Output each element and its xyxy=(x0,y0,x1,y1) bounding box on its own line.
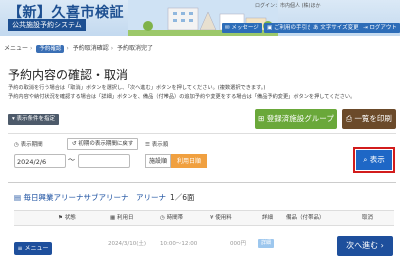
toggle-conditions-button[interactable]: ▾ 表示条件を指定 xyxy=(8,114,60,125)
col-time: ◷ 時間帯 xyxy=(160,215,184,221)
arrow-right-icon: › xyxy=(380,241,384,250)
guide-button[interactable]: ▣ ご利用の手引き xyxy=(264,23,316,33)
search-button[interactable]: ⌕ 表示 xyxy=(356,150,392,170)
system-name: 公共施設予約システム xyxy=(8,19,86,31)
col-date: ▦ 利用日 xyxy=(110,215,134,221)
font-size-button[interactable]: あ 文字サイズ変更 xyxy=(310,23,362,33)
logout-button[interactable]: ⇥ ログアウト xyxy=(360,23,400,33)
col-equipment: 備品（付帯品） xyxy=(286,215,325,221)
instruction-line-2: 予約内容や納付状況を確認する場合は「詳細」ボタンを、備品（付帯品）の追加予約や変… xyxy=(8,94,356,100)
range-separator: 〜 xyxy=(68,156,75,164)
order-by-facility[interactable]: 施設順 xyxy=(145,154,171,168)
period-label: ◷ 表示期間 xyxy=(14,142,43,148)
breadcrumb-cancel-done: 予約取消完了 xyxy=(117,45,154,52)
row-time: 10:00〜12:00 xyxy=(160,241,198,247)
row-detail-button[interactable]: 詳細 xyxy=(258,239,275,248)
col-fee: ¥ 使用料 xyxy=(210,215,232,221)
message-button[interactable]: ✉ メッセージ xyxy=(222,23,262,33)
order-by-date[interactable]: 利用日順 xyxy=(171,154,207,168)
col-detail: 詳細 xyxy=(262,215,274,221)
reset-period-button[interactable]: ↺ 初期の表示期間に戻す xyxy=(67,138,139,150)
building-icon: ▤ xyxy=(14,193,22,202)
breadcrumb: メニュー › 予約確認 › 予約取消確認 › 予約取消完了 xyxy=(4,45,154,53)
site-header: 【新】久喜市検証 公共施設予約システム ログイン：市内個人 (株)ほか ✉ メッ… xyxy=(0,0,400,36)
row-date: 2024/3/10(土) xyxy=(108,241,146,247)
search-icon: ⌕ xyxy=(363,155,368,164)
next-button[interactable]: 次へ進む › xyxy=(337,236,393,256)
breadcrumb-current: 予約確認 xyxy=(36,45,65,53)
table-header: ⚑ 状態 ▦ 利用日 ◷ 時間帯 ¥ 使用料 詳細 備品（付帯品） 取消 xyxy=(14,210,394,226)
start-date-input[interactable]: 2024/2/6 xyxy=(14,154,66,168)
col-status: ⚑ 状態 xyxy=(58,215,76,221)
print-list-button[interactable]: ⎙ 一覧を印刷 xyxy=(342,109,396,129)
instruction-line-1: 予約の取消を行う場合は「取消」ボタンを選択し、「次へ進む」ボタンを押してください… xyxy=(8,85,266,91)
user-info: ログイン：市内個人 (株)ほか xyxy=(255,3,321,9)
menu-button[interactable]: ≡ メニュー xyxy=(14,242,52,255)
end-date-input[interactable] xyxy=(78,154,130,168)
facility-title: ▤ 毎日興業アリーナサブアリーナ アリーナ 1／6面 xyxy=(14,193,195,202)
order-label: ☰ 表示順 xyxy=(145,142,169,148)
breadcrumb-menu[interactable]: メニュー xyxy=(4,45,28,52)
row-fee: 000円 xyxy=(230,241,246,247)
divider xyxy=(8,133,396,134)
page-title: 予約内容の確認・取消 xyxy=(8,68,129,82)
instructions: 予約の取消を行う場合は「取消」ボタンを選択し、「次へ進む」ボタンを押してください… xyxy=(8,84,396,102)
col-cancel: 取消 xyxy=(362,215,374,221)
breadcrumb-cancel-confirm: 予約取消確認 xyxy=(72,45,109,52)
registered-group-button[interactable]: ⊞ 登録済施設グループ xyxy=(255,109,337,129)
